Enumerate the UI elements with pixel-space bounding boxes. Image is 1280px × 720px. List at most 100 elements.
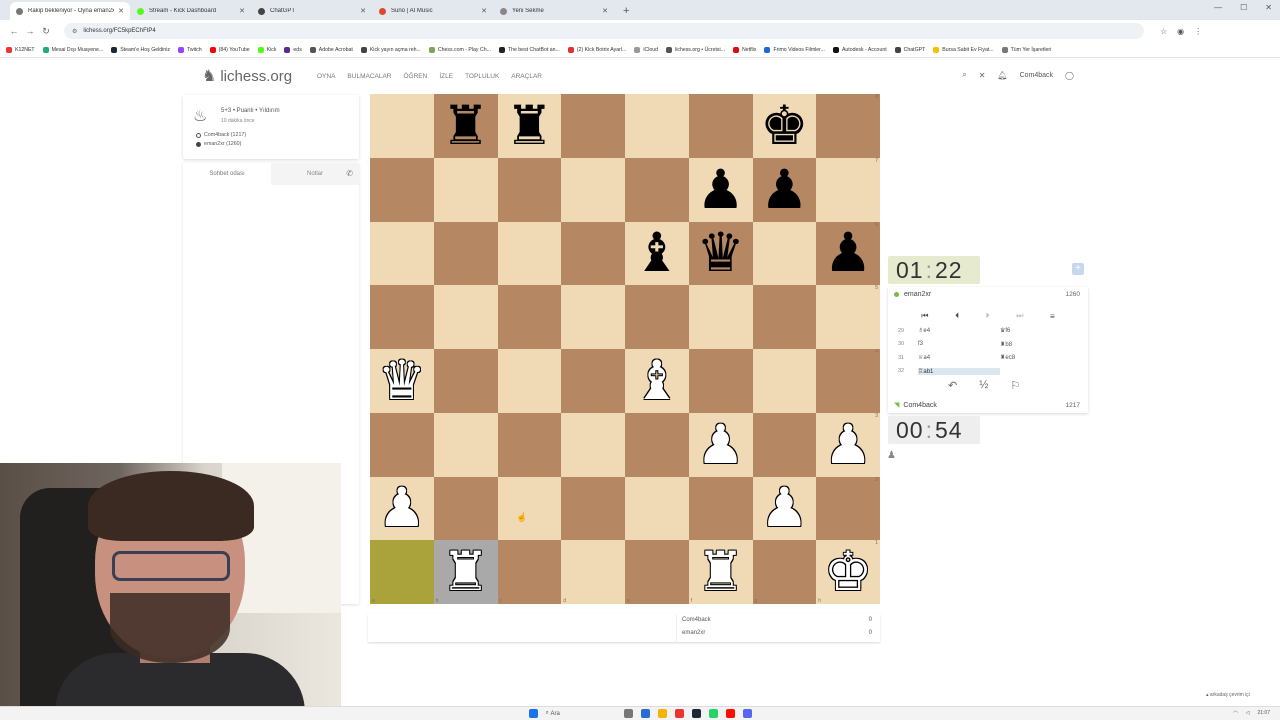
black-player-line[interactable]: eman2xr (1260) <box>196 141 241 147</box>
black-move[interactable]: ♜ec8 <box>1000 354 1080 361</box>
square-d3[interactable] <box>561 412 625 477</box>
square-e4[interactable]: ♝ <box>625 349 689 413</box>
nav-item[interactable]: OYNA <box>317 73 335 80</box>
extension-icon[interactable]: ◉ <box>1177 27 1184 36</box>
square-g5[interactable] <box>752 285 817 349</box>
square-c4[interactable] <box>497 349 562 413</box>
white-king-icon[interactable]: ♚ <box>824 545 872 599</box>
phone-icon[interactable]: ✆ <box>346 169 353 178</box>
hamburger-menu-icon[interactable]: ≡ <box>1050 312 1055 321</box>
bookmark-item[interactable]: The best ChatBot an... <box>498 46 560 53</box>
white-bishop-icon[interactable]: ♝ <box>633 354 681 408</box>
square-d7[interactable] <box>561 157 625 222</box>
nav-item[interactable]: İZLE <box>439 73 453 80</box>
square-g7[interactable]: ♟ <box>752 157 817 222</box>
bookmark-item[interactable]: Frimo Videos Filmler... <box>764 46 825 53</box>
square-c8[interactable]: ♜ <box>497 94 562 158</box>
square-d6[interactable] <box>561 221 625 286</box>
black-pawn-icon[interactable]: ♟ <box>824 226 872 280</box>
square-h2[interactable]: 2 <box>816 476 880 541</box>
bookmark-item[interactable]: Netflix <box>733 46 756 53</box>
browser-tab[interactable]: Stream - Kick Dashboard ✕ <box>131 2 251 20</box>
browser-tab[interactable]: Rakip bekleniyor - Oyna eman2xr ✕ <box>10 2 130 20</box>
square-g3[interactable] <box>752 412 817 477</box>
bookmark-item[interactable]: Mesai Dışı Muayene... <box>42 46 103 53</box>
black-pawn-icon[interactable]: ♟ <box>760 163 808 217</box>
bookmark-item[interactable]: Twitch <box>177 46 202 53</box>
first-move-icon[interactable]: ⏮ <box>921 311 928 321</box>
white-pawn-icon[interactable]: ♟ <box>824 418 872 472</box>
edge-icon[interactable] <box>640 709 650 718</box>
square-c2[interactable] <box>497 476 562 541</box>
black-king-icon[interactable]: ♚ <box>760 99 808 153</box>
bookmark-item[interactable]: K12NET <box>6 46 35 53</box>
square-c5[interactable] <box>497 285 562 349</box>
white-rook-icon[interactable]: ♜ <box>441 545 489 599</box>
square-f5[interactable] <box>688 285 753 349</box>
square-b7[interactable] <box>433 157 498 222</box>
square-a8[interactable] <box>370 94 434 158</box>
square-h8[interactable]: 8 <box>816 94 880 158</box>
nav-item[interactable]: ÖĞREN <box>404 73 428 80</box>
tab-close-icon[interactable]: ✕ <box>360 7 366 15</box>
square-g4[interactable] <box>752 349 817 413</box>
square-d8[interactable] <box>561 94 625 158</box>
minimize-icon[interactable]: — <box>1214 3 1222 12</box>
square-e3[interactable] <box>625 412 689 477</box>
tab-close-icon[interactable]: ✕ <box>118 7 124 15</box>
tab-close-icon[interactable]: ✕ <box>602 7 608 15</box>
player-name[interactable]: Com4back <box>903 402 936 409</box>
opera-icon[interactable] <box>725 709 735 718</box>
square-a6[interactable] <box>370 221 434 286</box>
nav-item[interactable]: TOPLULUK <box>465 73 499 80</box>
square-b1[interactable]: ♜ b <box>433 540 498 604</box>
bell-icon[interactable]: 🔔︎ <box>997 71 1007 80</box>
bookmark-item[interactable]: ChatGPT <box>894 46 925 53</box>
black-move[interactable]: ♛f6 <box>1000 327 1080 334</box>
square-e5[interactable] <box>625 285 689 349</box>
square-c1[interactable]: c <box>497 540 562 604</box>
nav-item[interactable]: BULMACALAR <box>347 73 391 80</box>
black-pawn-icon[interactable]: ♟ <box>696 163 744 217</box>
square-e6[interactable]: ♝ <box>625 221 689 286</box>
square-d1[interactable]: d <box>561 540 625 604</box>
chess-board[interactable]: ♜ ♜ ♚ 8 ♟ ♟ 7 ♝ ♛ ♟ 6 5 ♛ ♝ 4 ♟ ♟ 3 ♟ ♟ 2 a ♜ b c d e ♜ f g ♚ 1 h <box>370 94 880 604</box>
square-h3[interactable]: ♟ 3 <box>816 412 880 477</box>
square-a5[interactable] <box>370 285 434 349</box>
chrome-icon[interactable] <box>674 709 684 718</box>
bookmark-item[interactable]: iCloud <box>634 46 658 53</box>
nav-item[interactable]: ARAÇLAR <box>511 73 542 80</box>
square-f7[interactable]: ♟ <box>688 157 753 222</box>
forward-icon[interactable]: → <box>22 26 38 36</box>
close-window-icon[interactable]: ✕ <box>1265 3 1272 12</box>
black-bishop-icon[interactable]: ♝ <box>633 226 681 280</box>
square-a2[interactable]: ♟ <box>370 476 434 541</box>
star-icon[interactable]: ☆ <box>1160 27 1167 36</box>
reload-icon[interactable]: ↻ <box>38 26 54 37</box>
white-pawn-icon[interactable]: ♟ <box>760 481 808 535</box>
volume-icon[interactable]: ◁ <box>1246 710 1250 716</box>
tab-close-icon[interactable]: ✕ <box>481 7 487 15</box>
black-rook-icon[interactable]: ♜ <box>505 99 553 153</box>
resign-flag-icon[interactable]: ⚐ <box>1010 379 1020 392</box>
square-f6[interactable]: ♛ <box>688 221 753 286</box>
tab-chat[interactable]: Sohbet odası <box>183 163 271 185</box>
bookmark-item[interactable]: (84) YouTube <box>209 46 250 53</box>
browser-tab[interactable]: ChatGPT ✕ <box>252 2 372 20</box>
browser-tab[interactable]: Suno | AI Music ✕ <box>373 2 493 20</box>
square-h6[interactable]: ♟ 6 <box>816 221 880 286</box>
square-c3[interactable] <box>497 412 562 477</box>
takeback-icon[interactable]: ↶ <box>948 379 957 392</box>
draw-offer-button[interactable]: ½ <box>979 379 988 392</box>
square-f3[interactable]: ♟ <box>688 412 753 477</box>
bookmark-item[interactable]: Steam'e Hoş Geldiniz <box>111 46 170 53</box>
add-time-button[interactable]: + <box>1072 263 1084 275</box>
bookmark-item[interactable]: (2) Kick Botrix Ayarl... <box>567 46 626 53</box>
taskbar-search[interactable]: ⌕ Ara <box>546 710 616 717</box>
square-f2[interactable] <box>688 476 753 541</box>
square-f4[interactable] <box>688 349 753 413</box>
square-f8[interactable] <box>688 94 753 158</box>
user-menu[interactable]: Com4back <box>1020 72 1053 79</box>
square-a4[interactable]: ♛ <box>370 349 434 413</box>
back-icon[interactable]: ← <box>6 26 22 36</box>
